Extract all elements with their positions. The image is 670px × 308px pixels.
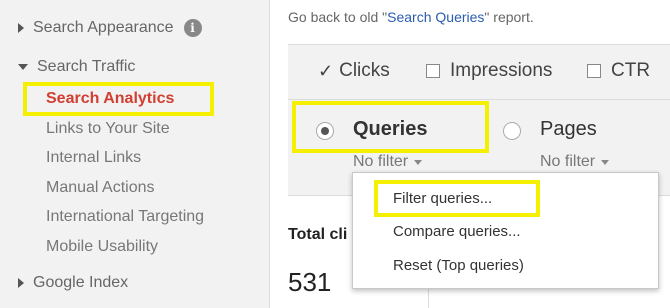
info-icon[interactable]: i <box>183 19 202 37</box>
caret-down-icon <box>414 159 423 165</box>
pages-filter-dropdown[interactable]: No filter <box>540 153 610 171</box>
expand-arrow-icon <box>18 23 24 33</box>
queries-label[interactable]: Queries <box>353 118 427 141</box>
pages-label[interactable]: Pages <box>540 118 597 141</box>
nav-google-index-label: Google Index <box>33 274 129 291</box>
filter-queries-item[interactable]: Filter queries... <box>393 190 492 207</box>
search-queries-link[interactable]: Search Queries <box>387 9 484 25</box>
expand-arrow-icon <box>18 278 24 288</box>
nav-search-appearance[interactable]: Search Appearance i <box>18 19 202 37</box>
compare-queries-item[interactable]: Compare queries... <box>393 223 521 240</box>
caret-down-icon <box>601 159 610 165</box>
ctr-label: CTR <box>611 60 651 81</box>
total-clicks-value: 531 <box>288 267 332 297</box>
queries-filter-dropdown[interactable]: No filter <box>353 153 423 171</box>
divider <box>288 99 670 100</box>
checkbox-box <box>426 64 440 78</box>
nav-search-traffic[interactable]: Search Traffic <box>18 58 135 76</box>
clicks-checkbox[interactable]: ✓ Clicks <box>318 60 390 82</box>
nav-google-index[interactable]: Google Index <box>18 274 128 292</box>
pages-radio[interactable] <box>503 122 521 140</box>
queries-filter-menu: Filter queries... Compare queries... Res… <box>352 172 659 289</box>
check-icon: ✓ <box>318 60 334 81</box>
sidebar-item-mobile-usability[interactable]: Mobile Usability <box>46 238 158 256</box>
radio-selected-dot <box>321 127 329 135</box>
sidebar-item-international-targeting[interactable]: International Targeting <box>46 208 204 226</box>
queries-filter-label: No filter <box>353 153 409 170</box>
sidebar: Search Appearance i Search Traffic Searc… <box>0 0 270 308</box>
back-suffix: " report. <box>484 9 534 25</box>
back-prefix: Go back to old " <box>288 9 388 25</box>
collapse-arrow-icon <box>18 64 28 70</box>
ctr-checkbox[interactable]: CTR <box>587 60 650 82</box>
nav-search-traffic-label: Search Traffic <box>37 58 136 75</box>
sidebar-item-manual-actions[interactable]: Manual Actions <box>46 179 155 197</box>
clicks-label: Clicks <box>339 60 390 81</box>
back-to-old-report-text: Go back to old "Search Queries" report. <box>288 9 534 25</box>
impressions-checkbox[interactable]: Impressions <box>426 60 552 82</box>
nav-search-appearance-label: Search Appearance <box>33 19 174 36</box>
sidebar-item-links-to-your-site[interactable]: Links to Your Site <box>46 120 170 138</box>
sidebar-item-internal-links[interactable]: Internal Links <box>46 149 141 167</box>
impressions-label: Impressions <box>450 60 553 81</box>
queries-radio[interactable] <box>316 122 334 140</box>
checkbox-box <box>587 64 601 78</box>
sidebar-item-search-analytics[interactable]: Search Analytics <box>46 90 174 108</box>
reset-top-queries-item[interactable]: Reset (Top queries) <box>393 257 524 274</box>
pages-filter-label: No filter <box>540 153 596 170</box>
total-clicks-label: Total cli <box>288 226 348 243</box>
